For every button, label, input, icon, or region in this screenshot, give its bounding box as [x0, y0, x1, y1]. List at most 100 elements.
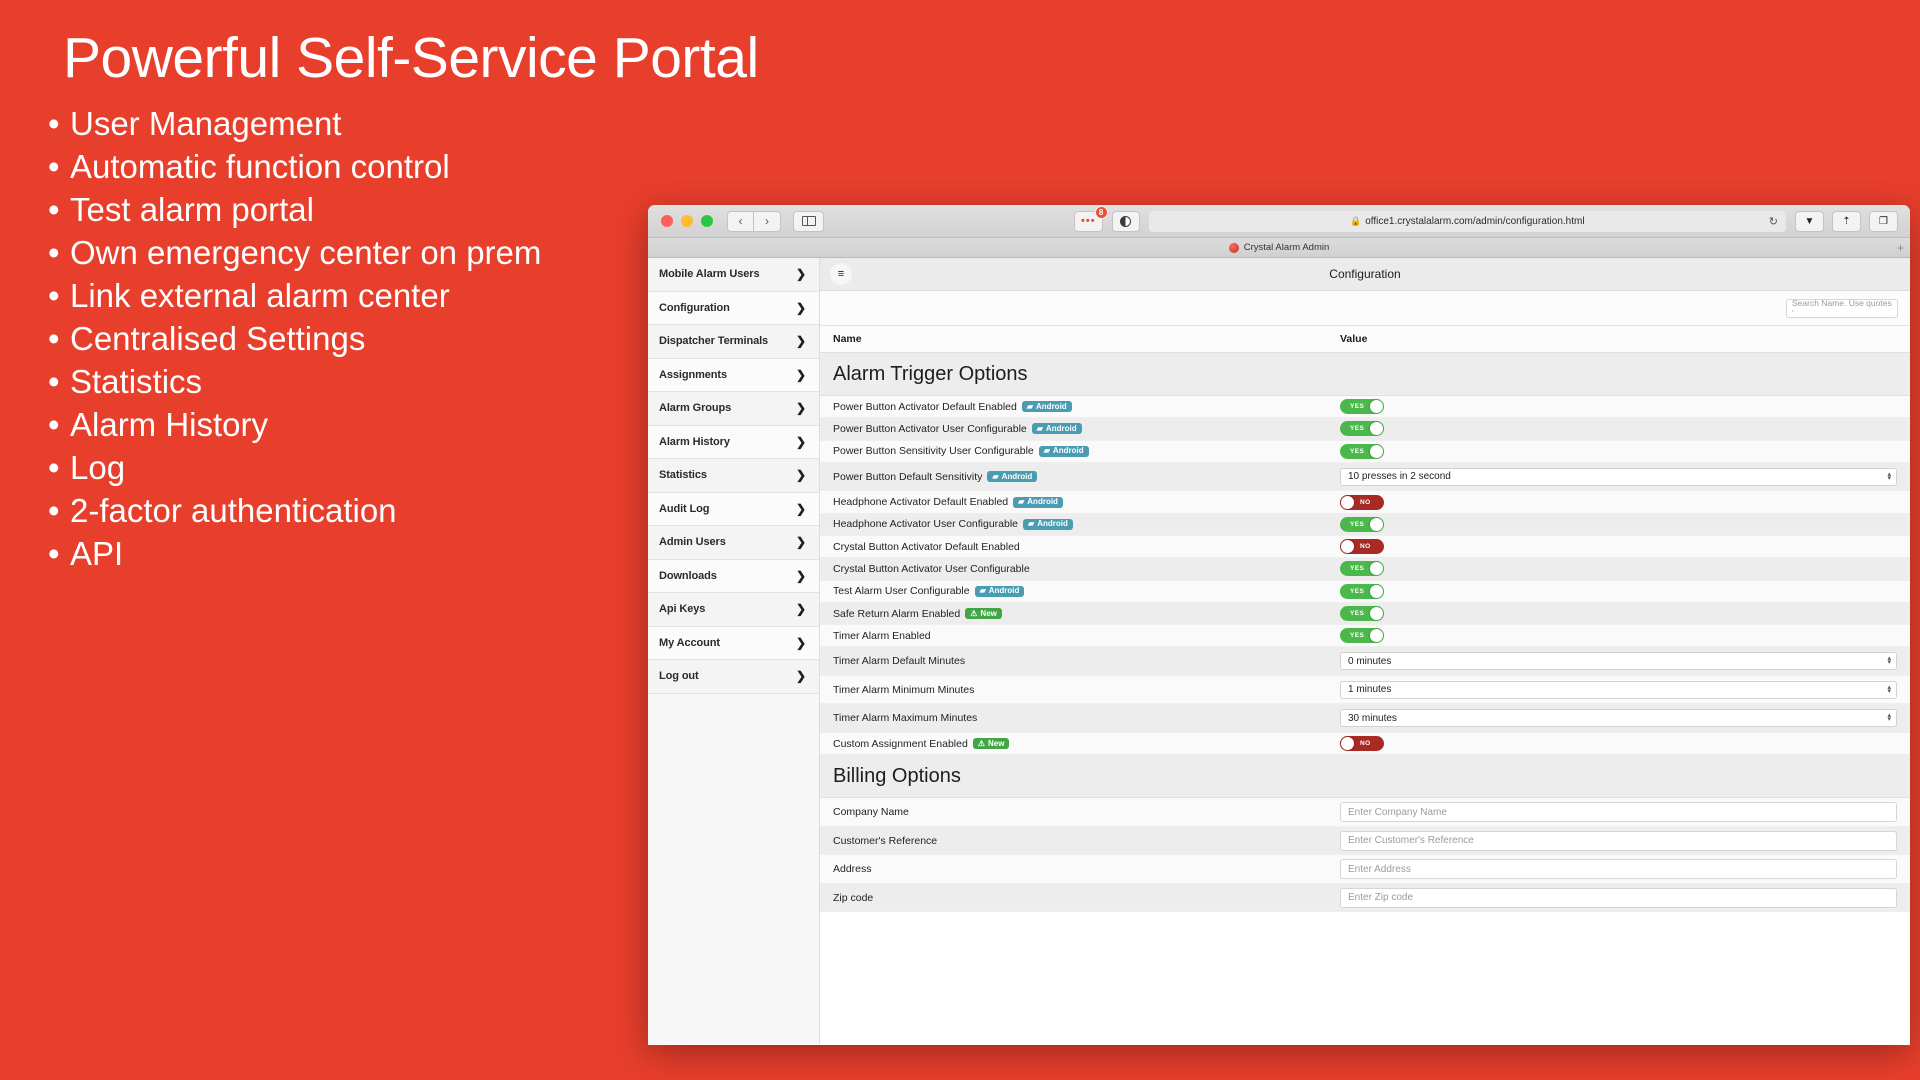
table-row: Headphone Activator User Configurable ▰ An… — [820, 513, 1910, 536]
toggle-switch[interactable]: NO — [1340, 736, 1384, 752]
stepper-arrows-icon[interactable]: ▴ ▾ — [1887, 712, 1891, 723]
extension-badge: 8 — [1094, 205, 1108, 219]
android-icon: ▰ — [992, 471, 999, 481]
stepper-arrows-icon[interactable]: ▴ ▾ — [1887, 655, 1891, 666]
toggle-switch[interactable]: YES — [1340, 628, 1384, 644]
sidebar-item-alarm-groups[interactable]: Alarm Groups ❯ — [648, 392, 819, 426]
toggle-switch[interactable]: YES — [1340, 421, 1384, 437]
chevron-right-icon: ❯ — [795, 434, 806, 449]
toggle-switch[interactable]: YES — [1340, 443, 1384, 459]
toggle-label: YES — [1350, 425, 1365, 433]
stepper-arrows-icon[interactable]: ▴ ▾ — [1887, 684, 1891, 695]
text-input[interactable]: Enter Customer's Reference — [1340, 830, 1897, 851]
downloads-button[interactable]: ▼ — [1795, 210, 1824, 232]
navigation-buttons[interactable]: ‹ › — [727, 210, 781, 232]
browser-tab[interactable]: Crystal Alarm Admin — [1228, 242, 1329, 253]
table-row: Safe Return Alarm Enabled ⚠ New YES — [820, 602, 1910, 626]
android-icon: ▰ — [1036, 423, 1043, 433]
forward-button[interactable]: › — [754, 210, 781, 232]
settings-table: Alarm Trigger Options Power Button Activa… — [820, 353, 1910, 1044]
sidebar-item-log-out[interactable]: Log out ❯ — [648, 660, 819, 694]
chevron-right-icon: ❯ — [795, 267, 806, 282]
toggle-switch[interactable]: YES — [1340, 399, 1384, 415]
section-heading: Billing Options — [820, 755, 1910, 799]
extension-button[interactable]: ••• 8 — [1074, 205, 1108, 232]
chevron-right-icon: ❯ — [795, 300, 806, 315]
toggle-switch[interactable]: NO — [1340, 539, 1384, 555]
app-header: ≡ Configuration — [820, 258, 1910, 291]
sidebar-item-audit-log[interactable]: Audit Log ❯ — [648, 492, 819, 526]
android-icon: ▰ — [1043, 446, 1050, 456]
bullet-icon: • — [48, 147, 60, 185]
row-name-cell: Address — [820, 863, 1340, 875]
sidebar-item-dispatcher-terminals[interactable]: Dispatcher Terminals ❯ — [648, 325, 819, 359]
toggle-label: YES — [1350, 520, 1365, 528]
sidebar-item-alarm-history[interactable]: Alarm History ❯ — [648, 425, 819, 459]
table-row: Power Button Default Sensitivity ▰ Android… — [820, 462, 1910, 492]
text-input[interactable]: Enter Address — [1340, 859, 1897, 880]
maximize-window-button[interactable] — [701, 215, 713, 227]
close-window-button[interactable] — [661, 215, 673, 227]
share-button[interactable]: ⇡ — [1832, 210, 1861, 232]
address-bar[interactable]: 🔒 office1.crystalalarm.com/admin/configu… — [1148, 210, 1786, 232]
row-name-cell: Crystal Button Activator Default Enabled — [820, 541, 1340, 553]
chevron-right-icon: ❯ — [795, 367, 806, 382]
tab-overview-button[interactable]: ❐ — [1869, 210, 1898, 232]
sidebar-item-my-account[interactable]: My Account ❯ — [648, 626, 819, 660]
select-dropdown[interactable]: 1 minutes ▴ ▾ — [1340, 680, 1897, 699]
select-dropdown[interactable]: 30 minutes ▴ ▾ — [1340, 709, 1897, 728]
toggle-switch[interactable]: NO — [1340, 494, 1384, 510]
sidebar-item-statistics[interactable]: Statistics ❯ — [648, 459, 819, 493]
select-dropdown[interactable]: 10 presses in 2 second ▴ ▾ — [1340, 467, 1897, 486]
feature-list-item: • Own emergency center on prem — [48, 231, 660, 274]
stepper-arrows-icon[interactable]: ▴ ▾ — [1887, 471, 1891, 482]
row-label: Headphone Activator Default Enabled — [833, 496, 1009, 509]
feature-list: • User Management • Automatic function cont… — [38, 102, 660, 575]
row-name-cell: Safe Return Alarm Enabled ⚠ New — [820, 608, 1340, 620]
feature-list-item: • Log — [48, 446, 660, 489]
toggle-switch[interactable]: YES — [1340, 516, 1384, 532]
back-button[interactable]: ‹ — [727, 210, 754, 232]
toggle-label: YES — [1350, 447, 1365, 455]
reader-mode-button[interactable] — [1111, 210, 1140, 232]
sidebar-item-mobile-alarm-users[interactable]: Mobile Alarm Users ❯ — [648, 258, 819, 292]
row-name-cell: Power Button Activator User Configurable… — [820, 423, 1340, 435]
text-input[interactable]: Enter Zip code — [1340, 887, 1897, 908]
sidebar-item-admin-users[interactable]: Admin Users ❯ — [648, 526, 819, 560]
toggle-switch[interactable]: YES — [1340, 583, 1384, 599]
toggle-switch[interactable]: YES — [1340, 561, 1384, 577]
favicon-icon — [1228, 242, 1239, 253]
reload-icon[interactable]: ↻ — [1769, 215, 1778, 228]
search-input[interactable]: Search Name. Use quotes ' — [1786, 298, 1898, 318]
toggle-label: YES — [1350, 610, 1365, 618]
toggle-switch[interactable]: YES — [1340, 606, 1384, 622]
minimize-window-button[interactable] — [681, 215, 693, 227]
text-input[interactable]: Enter Company Name — [1340, 802, 1897, 823]
sidebar-item-api-keys[interactable]: Api Keys ❯ — [648, 593, 819, 627]
sidebar-toggle-button[interactable] — [793, 210, 824, 232]
toggle-knob — [1370, 584, 1383, 598]
sidebar-item-assignments[interactable]: Assignments ❯ — [648, 358, 819, 392]
sidebar-item-configuration[interactable]: Configuration ❯ — [648, 291, 819, 325]
window-controls[interactable] — [661, 215, 713, 227]
page-title: Powerful Self-Service Portal — [63, 26, 759, 90]
row-name-cell: Headphone Activator Default Enabled ▰ Andr… — [820, 496, 1340, 508]
tabs-icon: ❐ — [1879, 215, 1888, 227]
new-tab-button[interactable]: + — [1897, 242, 1904, 254]
table-row: Zip code Enter Zip code — [820, 883, 1910, 913]
row-value-cell: 10 presses in 2 second ▴ ▾ — [1340, 467, 1910, 486]
sidebar-item-downloads[interactable]: Downloads ❯ — [648, 559, 819, 593]
android-icon: ▰ — [1026, 401, 1034, 411]
chevron-right-icon: ❯ — [795, 568, 806, 583]
badge-android-label: Android — [1036, 401, 1067, 411]
select-dropdown[interactable]: 0 minutes ▴ ▾ — [1340, 652, 1897, 671]
sidebar-nav: Mobile Alarm Users ❯ Configuration ❯ Dispatc… — [648, 258, 820, 1044]
table-row: Crystal Button Activator Default Enabled… — [820, 535, 1910, 559]
row-name-cell: Timer Alarm Minimum Minutes — [820, 684, 1340, 696]
row-label: Power Button Activator User Configurable — [833, 422, 1027, 435]
android-icon: ▰ — [1018, 497, 1025, 507]
sidebar-item-label: Alarm Groups — [659, 402, 732, 415]
content-title: Configuration — [1329, 267, 1401, 281]
feature-list-item: • Alarm History — [48, 403, 660, 446]
row-value-cell: 1 minutes ▴ ▾ — [1340, 680, 1910, 699]
